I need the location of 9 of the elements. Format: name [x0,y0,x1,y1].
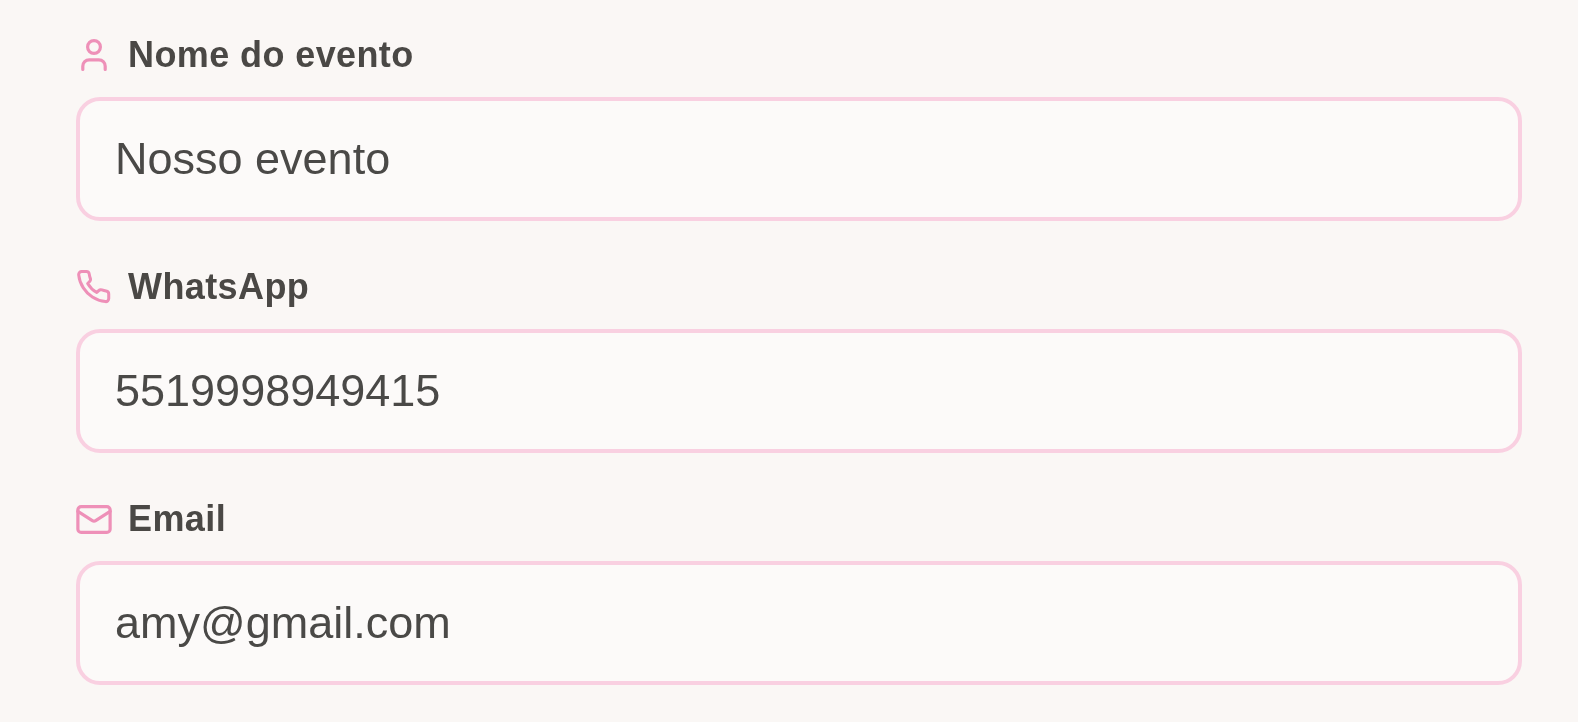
input-field[interactable]: Nosso evento [76,97,1522,221]
field-label: Nome do evento [128,35,414,75]
input-field[interactable]: amy@gmail.com [76,561,1522,685]
input-field[interactable]: 5519998949415 [76,329,1522,453]
phone-icon [77,270,111,304]
field-label: WhatsApp [128,267,310,307]
envelope-icon [76,504,112,534]
person-icon [81,39,107,71]
field-label: Email [128,499,227,539]
